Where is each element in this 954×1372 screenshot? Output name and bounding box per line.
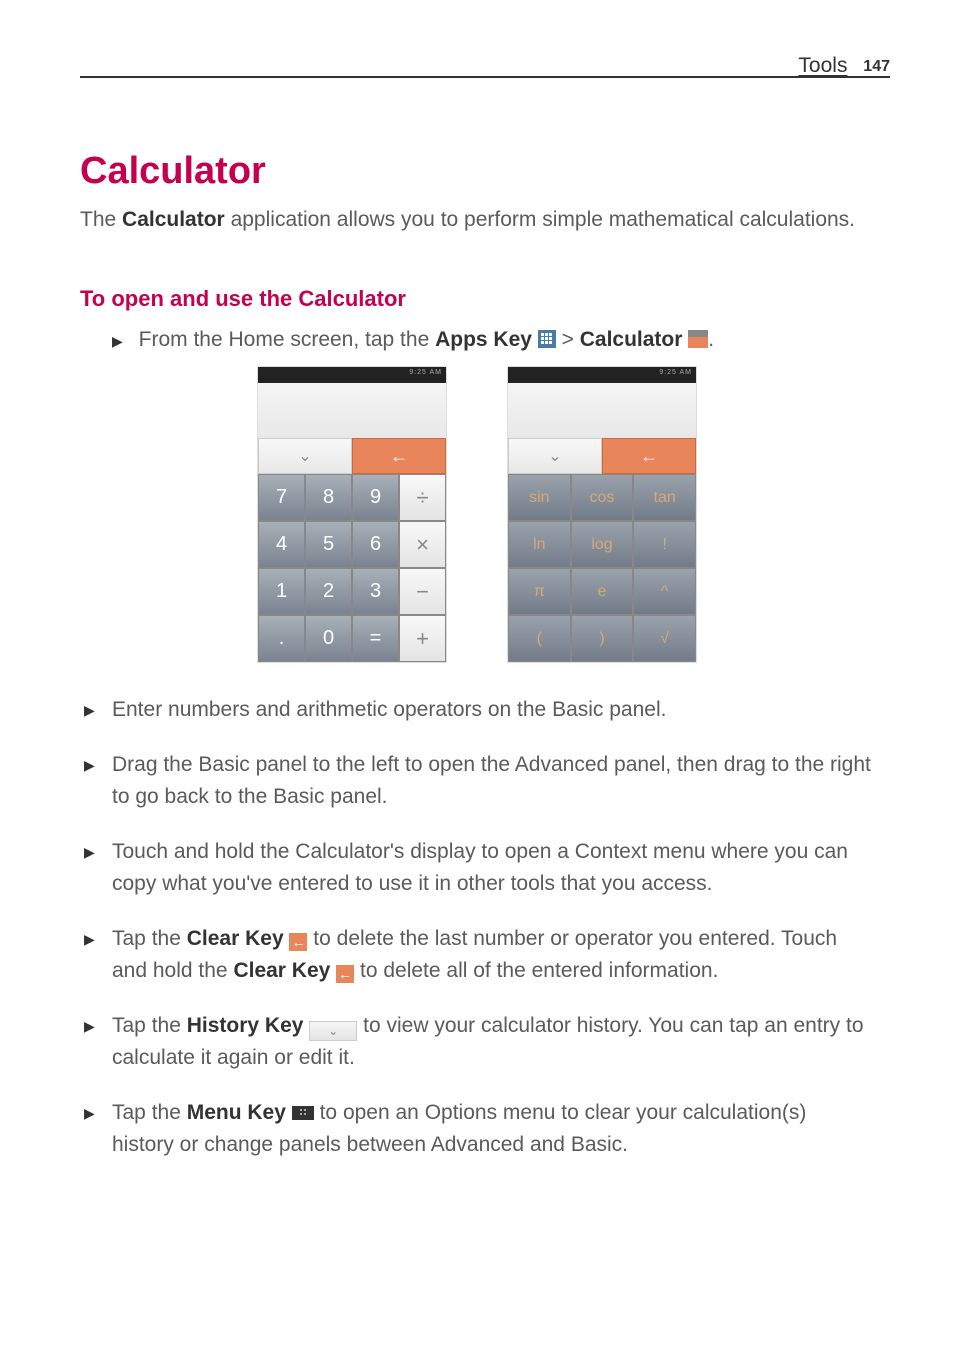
menu-key-icon xyxy=(292,1106,314,1120)
page-title: Calculator xyxy=(80,150,266,193)
bullet-context-menu: ▶ Touch and hold the Calculator's displa… xyxy=(112,836,874,901)
page-number: 147 xyxy=(863,58,890,75)
key-4[interactable]: 4 xyxy=(258,521,305,568)
key-tan[interactable]: tan xyxy=(633,474,696,521)
bullet-text-3: to delete all of the entered information… xyxy=(354,959,718,982)
intro-text-1: The xyxy=(80,208,122,231)
bullet-text-1: Tap the xyxy=(112,1101,187,1124)
key-pi[interactable]: π xyxy=(508,568,571,615)
key-lparen[interactable]: ( xyxy=(508,615,571,662)
status-bar: 9:25 AM xyxy=(258,367,446,383)
bullet-menu-key: ▶ Tap the Menu Key to open an Options me… xyxy=(112,1097,874,1162)
key-sqrt[interactable]: √ xyxy=(633,615,696,662)
advanced-panel-screenshot: 9:25 AM ⌄ ← sin cos tan ln log ! π e ^ (… xyxy=(507,366,697,663)
key-0[interactable]: 0 xyxy=(305,615,352,662)
key-1[interactable]: 1 xyxy=(258,568,305,615)
advanced-keypad: sin cos tan ln log ! π e ^ ( ) √ xyxy=(508,474,696,662)
key-3[interactable]: 3 xyxy=(352,568,399,615)
key-sin[interactable]: sin xyxy=(508,474,571,521)
bullet-bold-history: History Key xyxy=(187,1014,304,1037)
basic-panel-screenshot: 9:25 AM ⌄ ← 7 8 9 ÷ 4 5 6 × 1 2 3 − . 0 … xyxy=(257,366,447,663)
key-2[interactable]: 2 xyxy=(305,568,352,615)
step-mid: > xyxy=(556,328,580,351)
subheading: To open and use the Calculator xyxy=(80,286,406,312)
calculator-display xyxy=(508,383,696,438)
calculator-display xyxy=(258,383,446,438)
key-equals[interactable]: = xyxy=(352,615,399,662)
bullet-arrow-icon: ▶ xyxy=(84,842,95,864)
bullet-arrow-icon: ▶ xyxy=(84,755,95,777)
key-6[interactable]: 6 xyxy=(352,521,399,568)
key-7[interactable]: 7 xyxy=(258,474,305,521)
basic-keypad: 7 8 9 ÷ 4 5 6 × 1 2 3 − . 0 = + xyxy=(258,474,446,662)
clear-key-icon: ← xyxy=(289,933,307,951)
bullet-bold-clear-2: Clear Key xyxy=(233,959,330,982)
key-8[interactable]: 8 xyxy=(305,474,352,521)
key-minus[interactable]: − xyxy=(399,568,446,615)
step-text-1: From the Home screen, tap the xyxy=(139,328,435,351)
bullet-text-1: Tap the xyxy=(112,927,187,950)
intro-text-2: application allows you to perform simple… xyxy=(225,208,855,231)
top-row: ⌄ ← xyxy=(258,438,446,474)
bullet-clear-key: ▶ Tap the Clear Key ← to delete the last… xyxy=(112,923,874,988)
key-ln[interactable]: ln xyxy=(508,521,571,568)
clear-key[interactable]: ← xyxy=(352,438,446,474)
bullet-text: Touch and hold the Calculator's display … xyxy=(112,840,848,896)
top-row: ⌄ ← xyxy=(508,438,696,474)
bullet-bold-clear: Clear Key xyxy=(187,927,284,950)
bullet-arrow-icon: ▶ xyxy=(84,700,95,722)
bullet-text-1: Tap the xyxy=(112,1014,187,1037)
key-multiply[interactable]: × xyxy=(399,521,446,568)
bullet-drag-panel: ▶ Drag the Basic panel to the left to op… xyxy=(112,749,874,814)
open-step: ▶ From the Home screen, tap the Apps Key… xyxy=(112,328,874,352)
page-header: Tools 147 xyxy=(798,54,890,78)
history-key[interactable]: ⌄ xyxy=(508,438,602,474)
bullet-text: Enter numbers and arithmetic operators o… xyxy=(112,698,666,721)
history-key-icon: ⌄ xyxy=(309,1021,357,1041)
key-log[interactable]: log xyxy=(571,521,634,568)
bullet-arrow-icon: ▶ xyxy=(84,1016,95,1038)
step-bold-calculator: Calculator xyxy=(580,328,683,351)
clear-key-icon: ← xyxy=(336,965,354,983)
bullet-history-key: ▶ Tap the History Key ⌄ to view your cal… xyxy=(112,1010,874,1075)
calculator-icon xyxy=(688,330,708,348)
bullet-arrow-icon: ▶ xyxy=(112,333,123,349)
key-rparen[interactable]: ) xyxy=(571,615,634,662)
status-bar: 9:25 AM xyxy=(508,367,696,383)
step-end: . xyxy=(708,328,714,351)
apps-key-icon xyxy=(538,330,556,348)
clear-key[interactable]: ← xyxy=(602,438,696,474)
intro-paragraph: The Calculator application allows you to… xyxy=(80,204,874,237)
bullet-text: Drag the Basic panel to the left to open… xyxy=(112,753,871,809)
screenshots-row: 9:25 AM ⌄ ← 7 8 9 ÷ 4 5 6 × 1 2 3 − . 0 … xyxy=(0,366,954,663)
key-e[interactable]: e xyxy=(571,568,634,615)
bullet-basic-panel: ▶ Enter numbers and arithmetic operators… xyxy=(112,694,874,727)
key-plus[interactable]: + xyxy=(399,615,446,662)
bullet-bold-menu: Menu Key xyxy=(187,1101,286,1124)
key-5[interactable]: 5 xyxy=(305,521,352,568)
bullet-arrow-icon: ▶ xyxy=(84,929,95,951)
header-rule xyxy=(80,76,890,78)
history-key[interactable]: ⌄ xyxy=(258,438,352,474)
key-divide[interactable]: ÷ xyxy=(399,474,446,521)
key-cos[interactable]: cos xyxy=(571,474,634,521)
bullets-list: ▶ Enter numbers and arithmetic operators… xyxy=(112,694,874,1184)
key-9[interactable]: 9 xyxy=(352,474,399,521)
key-dot[interactable]: . xyxy=(258,615,305,662)
section-name: Tools xyxy=(798,54,847,77)
key-power[interactable]: ^ xyxy=(633,568,696,615)
bullet-arrow-icon: ▶ xyxy=(84,1103,95,1125)
key-factorial[interactable]: ! xyxy=(633,521,696,568)
intro-bold-calculator: Calculator xyxy=(122,208,225,231)
step-bold-apps: Apps Key xyxy=(435,328,532,351)
